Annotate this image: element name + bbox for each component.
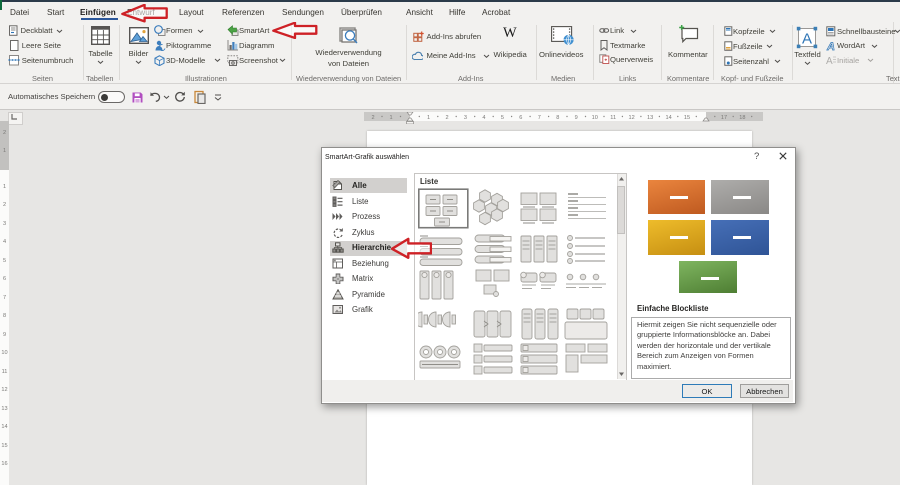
- svg-text:1: 1: [389, 115, 392, 121]
- svg-text:4: 4: [482, 115, 485, 121]
- svg-text:3: 3: [3, 221, 6, 227]
- svg-text:8: 8: [556, 115, 559, 121]
- svg-text:13: 13: [1, 406, 7, 412]
- svg-text:15: 15: [684, 115, 690, 121]
- svg-text:A: A: [802, 31, 812, 48]
- svg-text:5: 5: [501, 115, 504, 121]
- svg-text:4: 4: [3, 239, 6, 245]
- svg-text:1: 1: [3, 148, 6, 154]
- svg-text:11: 11: [610, 115, 616, 121]
- svg-text:14: 14: [665, 115, 671, 121]
- svg-text:16: 16: [1, 461, 7, 467]
- svg-text:2: 2: [3, 202, 6, 208]
- svg-text:15: 15: [1, 443, 7, 449]
- svg-text:5: 5: [3, 258, 6, 264]
- svg-text:8: 8: [3, 313, 6, 319]
- svg-text:7: 7: [538, 115, 541, 121]
- svg-text:14: 14: [1, 424, 7, 430]
- svg-text:12: 12: [628, 115, 634, 121]
- svg-text:6: 6: [3, 276, 6, 282]
- svg-text:11: 11: [2, 369, 8, 375]
- svg-text:10: 10: [592, 115, 598, 121]
- svg-text:2: 2: [371, 115, 374, 121]
- svg-text:2: 2: [3, 130, 6, 136]
- svg-text:7: 7: [3, 295, 6, 301]
- svg-text:10: 10: [1, 350, 7, 356]
- svg-text:12: 12: [1, 387, 7, 393]
- svg-text:9: 9: [575, 115, 578, 121]
- svg-text:1: 1: [3, 184, 6, 190]
- svg-text:3: 3: [464, 115, 467, 121]
- svg-text:17: 17: [721, 115, 727, 121]
- svg-text:2: 2: [445, 115, 448, 121]
- svg-text:13: 13: [647, 115, 653, 121]
- svg-text:6: 6: [519, 115, 522, 121]
- svg-text:A: A: [826, 41, 835, 51]
- svg-text:18: 18: [739, 115, 745, 121]
- svg-text:9: 9: [3, 332, 6, 338]
- svg-text:1: 1: [427, 115, 430, 121]
- svg-text:A: A: [826, 56, 833, 65]
